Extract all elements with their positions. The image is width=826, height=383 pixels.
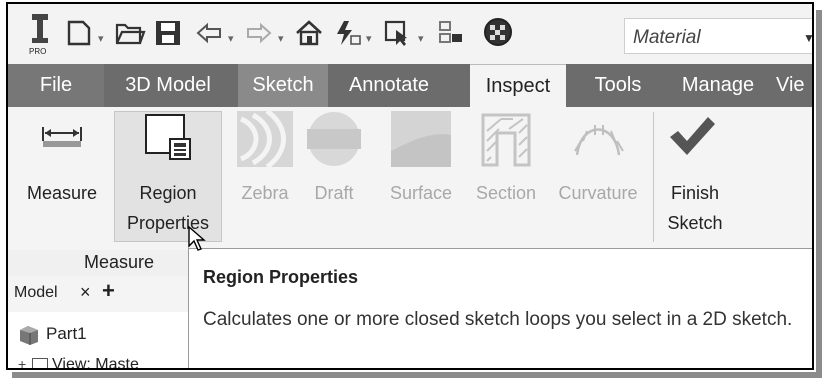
finish-sketch-label-line2: Sketch (667, 213, 723, 233)
tab-tools[interactable]: Tools (578, 64, 658, 107)
add-tab-icon[interactable]: + (102, 278, 115, 304)
zebra-icon (237, 111, 293, 167)
tooltip-region-properties: Region Properties Calculates one or more… (188, 248, 812, 368)
tooltip-description: Calculates one or more closed sketch loo… (203, 309, 793, 330)
expand-plus-icon[interactable]: + (18, 356, 26, 368)
new-dropdown-chevron-icon[interactable]: ▾ (98, 32, 104, 45)
undo-dropdown-chevron-icon[interactable]: ▾ (228, 32, 234, 45)
home-icon[interactable] (294, 18, 324, 53)
curvature-label: Curvature (558, 183, 638, 203)
tab-3d-model[interactable]: 3D Model (108, 64, 228, 107)
mouse-cursor-icon (188, 226, 206, 251)
section-label: Section (475, 183, 537, 203)
project-icon[interactable] (436, 18, 466, 53)
region-properties-icon (145, 114, 191, 160)
tab-sketch[interactable]: Sketch (238, 64, 328, 107)
measure-icon (42, 127, 82, 147)
material-chevron-down-icon[interactable]: ▼ (803, 31, 812, 45)
update-dropdown-chevron-icon[interactable]: ▾ (366, 32, 372, 45)
app-window: PRO ▾ ▾ ▾ ▾ ▾ Material ▼ File 3D Model S… (6, 2, 814, 370)
region-properties-button[interactable]: Region Properties (114, 107, 222, 237)
draft-icon (307, 112, 361, 166)
model-browser: Part1 + View: Maste (8, 312, 188, 370)
finish-sketch-button[interactable]: Finish Sketch (656, 107, 734, 237)
model-browser-tabbar: Model × + (8, 276, 188, 312)
new-file-icon[interactable] (64, 18, 94, 53)
zebra-button[interactable]: Zebra (230, 107, 300, 237)
surface-label: Surface (389, 183, 453, 203)
view-label: View: Maste (52, 356, 139, 370)
section-icon (481, 113, 531, 167)
view-rep-icon (32, 358, 48, 368)
tab-inspect[interactable]: Inspect (470, 64, 566, 107)
zebra-label: Zebra (241, 183, 289, 203)
checkmark-icon (670, 117, 715, 155)
model-tab[interactable]: Model (14, 284, 58, 302)
surface-icon (391, 111, 451, 167)
save-icon[interactable] (154, 18, 182, 53)
section-button[interactable]: Section (464, 107, 548, 237)
update-lightning-icon[interactable] (332, 18, 362, 53)
surface-button[interactable]: Surface (378, 107, 464, 237)
curvature-button[interactable]: Curvature (548, 107, 648, 237)
draft-button[interactable]: Draft (304, 107, 364, 237)
tab-annotate[interactable]: Annotate (334, 64, 444, 107)
redo-dropdown-chevron-icon[interactable]: ▾ (278, 32, 284, 45)
part-name: Part1 (46, 324, 87, 343)
ribbon-tab-bar: File 3D Model Sketch Annotate Inspect To… (8, 64, 812, 107)
redo-icon[interactable] (244, 18, 274, 53)
open-folder-icon[interactable] (114, 18, 146, 53)
appearance-sphere-icon[interactable] (482, 16, 514, 53)
select-icon[interactable] (382, 18, 412, 53)
tab-manage[interactable]: Manage (668, 64, 768, 107)
quick-access-toolbar: PRO ▾ ▾ ▾ ▾ ▾ Material ▼ (8, 4, 812, 64)
tab-file[interactable]: File (8, 64, 104, 107)
select-dropdown-chevron-icon[interactable]: ▾ (418, 32, 424, 45)
ribbon-panel: Measure Region Properties Zebra Draft Su… (8, 107, 812, 250)
material-selector[interactable]: Material ▼ (624, 18, 812, 54)
part-cube-icon (20, 326, 38, 345)
measure-panel-title: Measure (84, 252, 155, 272)
curvature-icon (574, 125, 624, 156)
undo-icon[interactable] (194, 18, 224, 53)
app-logo-text: PRO (29, 47, 46, 56)
browser-item-view[interactable]: + View: Maste (18, 356, 188, 370)
close-icon[interactable]: × (80, 282, 91, 303)
region-properties-label-line1: Region (139, 183, 197, 203)
window-shadow-bottom (12, 372, 822, 378)
tab-view[interactable]: Vie (776, 64, 812, 107)
draft-label: Draft (314, 183, 354, 203)
finish-sketch-label-line1: Finish (670, 183, 719, 203)
app-logo-icon[interactable]: PRO (26, 12, 54, 61)
window-shadow-right (816, 10, 822, 374)
tooltip-title: Region Properties (203, 267, 359, 287)
measure-button[interactable]: Measure (14, 107, 110, 237)
material-value: Material (633, 27, 701, 48)
ribbon-separator (653, 112, 654, 242)
measure-label: Measure (26, 183, 98, 203)
